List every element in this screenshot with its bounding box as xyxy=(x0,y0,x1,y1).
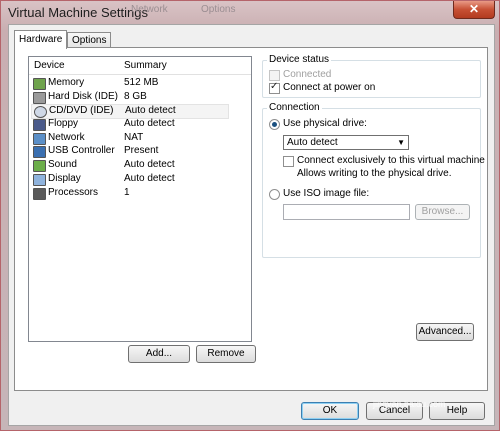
sound-icon xyxy=(33,160,46,172)
column-header-device[interactable]: Device xyxy=(34,60,65,71)
device-summary: Auto detect xyxy=(124,118,175,129)
chevron-down-icon: ▼ xyxy=(397,138,405,147)
device-row-display[interactable]: Display Auto detect xyxy=(31,173,227,186)
exclusive-note: Allows writing to the physical drive. xyxy=(297,168,452,179)
use-physical-drive-radio[interactable] xyxy=(269,119,280,130)
device-summary: 1 xyxy=(124,187,130,198)
device-name: Hard Disk (IDE) xyxy=(48,91,119,102)
connection-group: Connection Use physical drive: Auto dete… xyxy=(262,102,485,258)
device-row-floppy[interactable]: Floppy Auto detect xyxy=(31,118,227,131)
connected-checkbox[interactable] xyxy=(269,70,280,81)
connect-exclusively-checkbox[interactable] xyxy=(283,156,294,167)
advanced-button[interactable]: Advanced... xyxy=(416,323,474,341)
title-bar[interactable]: Virtual Machine Settings Network Options… xyxy=(1,1,499,24)
connected-label: Connected xyxy=(283,69,332,80)
dialog-client-area: Hardware Options Device Summary Memory 5… xyxy=(8,24,495,426)
display-icon xyxy=(33,174,46,186)
hard-disk-icon xyxy=(33,92,46,104)
device-summary: Auto detect xyxy=(125,105,176,116)
device-name: USB Controller xyxy=(48,145,115,156)
device-list[interactable]: Device Summary Memory 512 MB Hard Disk (… xyxy=(28,56,252,342)
device-summary: Auto detect xyxy=(124,159,175,170)
connect-exclusively-label: Connect exclusively to this virtual mach… xyxy=(297,155,485,166)
device-row-usb[interactable]: USB Controller Present xyxy=(31,145,227,158)
device-row-memory[interactable]: Memory 512 MB xyxy=(31,77,227,90)
memory-icon xyxy=(33,78,46,90)
device-list-header: Device Summary xyxy=(29,57,251,75)
tab-hardware[interactable]: Hardware xyxy=(14,30,68,49)
tab-options[interactable]: Options xyxy=(67,32,112,48)
cd-dvd-icon xyxy=(34,106,47,118)
use-iso-label: Use ISO image file: xyxy=(283,188,370,199)
device-summary: Present xyxy=(124,145,159,156)
device-summary: NAT xyxy=(124,132,144,143)
processor-icon xyxy=(33,188,46,200)
device-status-group: Device status Connected Connect at power… xyxy=(262,54,481,98)
physical-drive-select[interactable]: Auto detect ▼ xyxy=(283,135,409,150)
close-icon: ✕ xyxy=(468,2,480,16)
watermark-logo: Bai du 经验 xyxy=(361,373,445,389)
column-header-summary[interactable]: Summary xyxy=(124,60,167,71)
device-status-title: Device status xyxy=(267,54,332,65)
device-name: CD/DVD (IDE) xyxy=(49,105,114,116)
device-row-hard-disk[interactable]: Hard Disk (IDE) 8 GB xyxy=(31,91,227,104)
device-row-network[interactable]: Network NAT xyxy=(31,132,227,145)
device-summary: Auto detect xyxy=(124,173,175,184)
usb-icon xyxy=(33,146,46,158)
window-title: Virtual Machine Settings xyxy=(8,5,148,20)
iso-path-input[interactable] xyxy=(283,204,410,220)
device-row-processors[interactable]: Processors 1 xyxy=(31,187,227,200)
device-name: Processors xyxy=(48,187,99,198)
hardware-tab-panel: Device Summary Memory 512 MB Hard Disk (… xyxy=(14,47,488,391)
watermark-url: jingyan.baidu.com xyxy=(373,399,446,409)
background-tab-text: Network xyxy=(131,4,168,15)
connect-at-power-on-label: Connect at power on xyxy=(283,82,376,93)
connect-at-power-on-checkbox[interactable] xyxy=(269,81,280,94)
background-tab-text: Options xyxy=(201,4,236,15)
vm-settings-window: Virtual Machine Settings Network Options… xyxy=(0,0,500,431)
network-icon xyxy=(33,133,46,145)
device-name: Network xyxy=(48,132,85,143)
browse-button[interactable]: Browse... xyxy=(415,204,470,220)
add-device-button[interactable]: Add... xyxy=(128,345,190,363)
device-summary: 512 MB xyxy=(124,77,159,88)
remove-device-button[interactable]: Remove xyxy=(196,345,256,363)
use-physical-drive-label: Use physical drive: xyxy=(283,118,367,129)
connection-title: Connection xyxy=(267,102,322,113)
physical-drive-value: Auto detect xyxy=(287,137,338,148)
device-row-sound[interactable]: Sound Auto detect xyxy=(31,159,227,172)
use-iso-radio[interactable] xyxy=(269,189,280,200)
floppy-icon xyxy=(33,119,46,131)
device-summary: 8 GB xyxy=(124,91,147,102)
device-name: Display xyxy=(48,173,81,184)
close-button[interactable]: ✕ xyxy=(453,1,495,19)
device-name: Sound xyxy=(48,159,77,170)
device-row-cd-dvd[interactable]: CD/DVD (IDE) Auto detect xyxy=(31,104,229,119)
ok-button[interactable]: OK xyxy=(301,402,359,420)
device-name: Memory xyxy=(48,77,85,88)
device-name: Floppy xyxy=(48,118,79,129)
